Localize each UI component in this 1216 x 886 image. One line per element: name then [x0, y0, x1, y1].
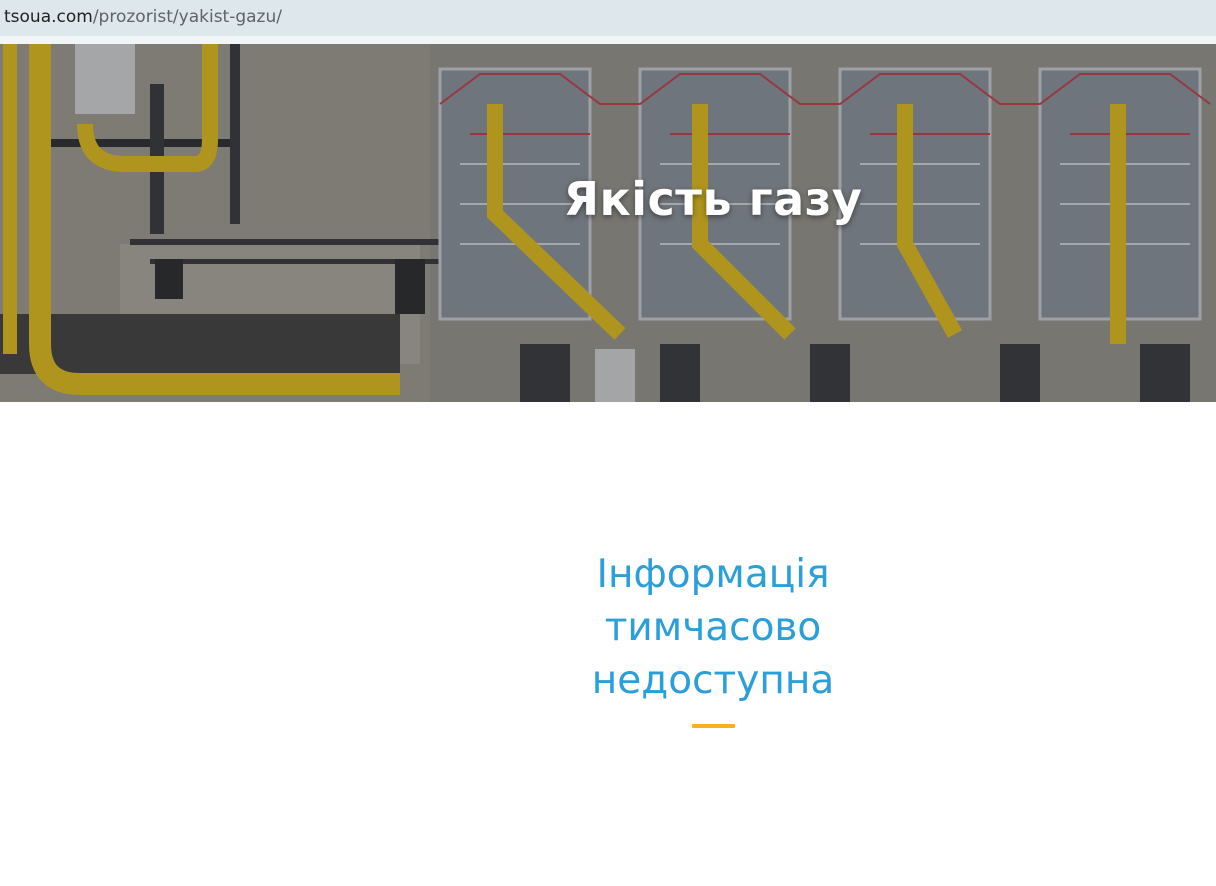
notice-line-2: тимчасово — [604, 605, 822, 650]
url-path: /prozorist/yakist-gazu/ — [92, 7, 282, 27]
accent-divider — [692, 724, 735, 728]
page-title: Якість газу — [563, 172, 863, 226]
address-bar-divider — [0, 36, 1216, 44]
url-domain: tsoua.com — [4, 7, 93, 27]
notice-line-1: Інформація — [596, 552, 830, 597]
unavailable-notice: Інформація тимчасово недоступна — [560, 548, 866, 707]
address-bar[interactable]: tsoua.com/prozorist/yakist-gazu/ — [0, 0, 1216, 36]
notice-line-3: недоступна — [591, 658, 835, 703]
hero-banner: Якість газу — [0, 44, 1216, 402]
